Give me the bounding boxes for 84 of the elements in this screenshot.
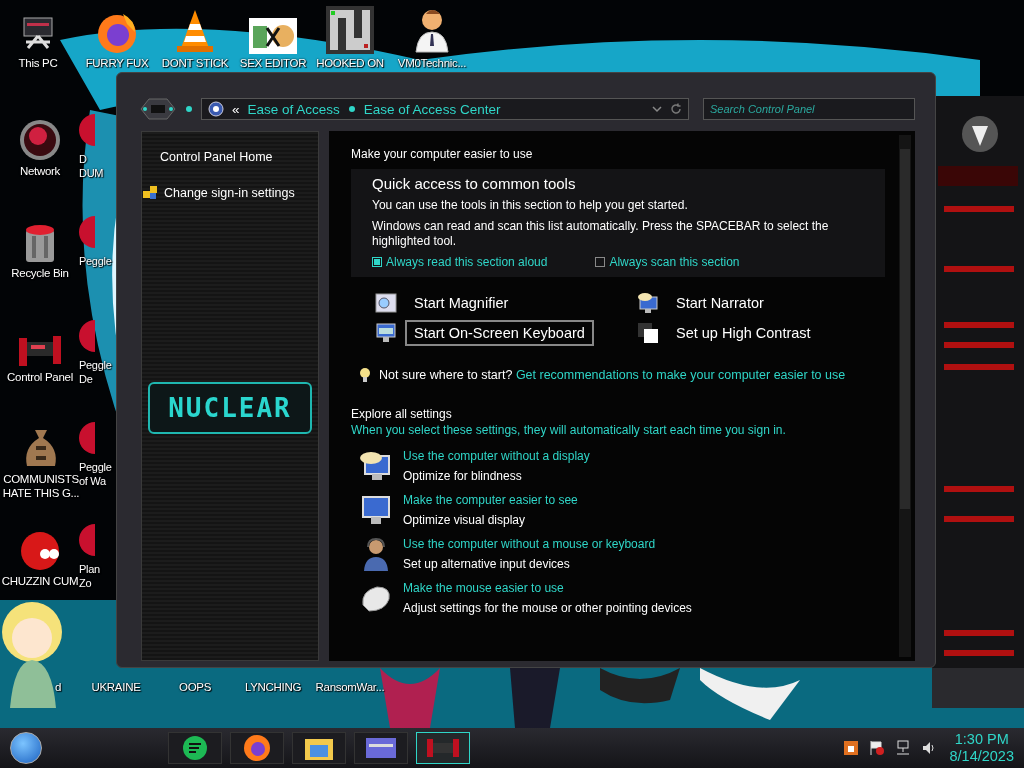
checkbox[interactable] [595, 257, 606, 267]
description: Windows can read and scan this list automatically. Press the SPACEBAR to select the highlighted tool. [372, 219, 830, 249]
icon-label: This PC [18, 56, 58, 70]
refresh-icon[interactable] [670, 103, 682, 115]
checkbox-label[interactable]: Always read this section aloud [386, 255, 548, 269]
card-icon [365, 737, 397, 759]
dot-icon [185, 105, 193, 113]
clock[interactable]: 1:30 PM 8/14/2023 [949, 731, 1014, 765]
taskbar-button[interactable] [354, 732, 408, 764]
icon-label: UKRAINE [91, 681, 141, 693]
setting-link[interactable]: Use the computer without a mouse or keyboard [403, 537, 656, 551]
icon-label: RansomWar... [315, 681, 385, 693]
tile-icon[interactable] [249, 18, 297, 54]
icon-label: HOOKED ON [316, 56, 384, 70]
setting-link[interactable]: Make the mouse easier to use [403, 581, 692, 595]
browser-icon [243, 734, 271, 762]
coffee-cup-icon[interactable] [843, 740, 860, 756]
icon-label: LYNCHING [244, 681, 302, 693]
icon-label: VM0Technic... [397, 56, 467, 70]
icon-label: FURRY FUX [85, 56, 149, 70]
tiles-icon [142, 185, 158, 201]
sphere-icon[interactable] [18, 118, 62, 162]
speech-monitor-icon [359, 450, 393, 482]
icon-label: OOPS [179, 681, 211, 693]
checkbox-label[interactable]: Always scan this section [609, 255, 740, 269]
tool-button[interactable]: Start Magnifier [405, 290, 518, 316]
setting-description: Optimize visual display [403, 513, 527, 527]
icon-label: Network [19, 164, 61, 178]
taskbar-button[interactable] [168, 732, 222, 764]
search-field[interactable]: Search Control Panel [703, 98, 915, 120]
flag-icon[interactable] [869, 740, 886, 756]
taskbar-button[interactable] [292, 732, 346, 764]
icon-label: Recycle Bin [11, 266, 69, 280]
sidebar-link[interactable]: Control Panel Home [142, 146, 318, 168]
clock-date: 8/14/2023 [949, 748, 1014, 765]
description: You can use the tools in this section to help you get started. [372, 198, 689, 213]
section-subtitle: When you select these settings, they will automatically start each time you sign in. [351, 423, 787, 437]
setting-description: Optimize for blindness [403, 469, 523, 483]
setting-description: Adjust settings for the mouse or other pointing devices [403, 601, 692, 615]
keyboard-monitor-icon[interactable] [375, 322, 397, 344]
start-button[interactable] [10, 732, 42, 764]
tool-button[interactable]: Start On-Screen Keyboard [405, 320, 594, 346]
chat-app-icon [182, 735, 208, 761]
tool-button[interactable]: Set up High Contrast [667, 320, 820, 346]
setting-link[interactable]: Use the computer without a display [403, 449, 590, 463]
emblem-icon [139, 97, 177, 121]
contrast-icon[interactable] [637, 322, 659, 344]
clock-time: 1:30 PM [954, 731, 1009, 748]
section-title: Quick access to common tools [372, 175, 577, 192]
recommendations-link[interactable]: Get recommendations to make your computer easier to use [515, 368, 846, 382]
icon-label: SEX EDITOR [239, 56, 307, 70]
checkbox[interactable] [372, 257, 382, 267]
tool-button[interactable]: Start Narrator [667, 290, 773, 316]
breadcrumb[interactable]: Ease of Access Center [363, 101, 501, 117]
monitor-icon [359, 494, 393, 526]
sidebar-link-text[interactable]: Change sign-in settings [164, 186, 295, 200]
breadcrumb-arrow[interactable]: « [232, 101, 240, 117]
mouse-icon [359, 583, 393, 613]
logo: NUCLEAR [148, 382, 312, 434]
network-icon[interactable] [895, 740, 912, 756]
chevron-down-icon[interactable] [652, 105, 662, 113]
icon-label: Plan Zo [79, 562, 100, 590]
icon-label: Peggle of Wa [79, 460, 112, 488]
machine-icon [426, 737, 460, 759]
address-bar[interactable]: « Ease of Access Ease of Access Center [201, 98, 689, 120]
fuzzball-icon[interactable] [19, 530, 61, 572]
separator-icon [347, 105, 356, 113]
icon-label: d [54, 681, 62, 693]
setting-description: Set up alternative input devices [403, 557, 571, 571]
speech-monitor-icon[interactable] [637, 292, 659, 314]
tip-text: Not sure where to start? Get recommendations to make your computer easier to use [379, 368, 846, 382]
icon-label: DONT STICK [161, 56, 229, 70]
section-title: Explore all settings [351, 407, 453, 421]
page-heading: Make your computer easier to use [351, 147, 534, 161]
maze-icon[interactable] [326, 6, 374, 54]
icon-label: Control Panel [7, 370, 73, 384]
setting-link[interactable]: Make the computer easier to see [403, 493, 578, 507]
lightbulb-icon [359, 367, 371, 383]
icon-label: CHUZZIN CUM [1, 574, 79, 588]
magnifier-icon[interactable] [375, 293, 397, 313]
taskbar-button[interactable] [416, 732, 470, 764]
scrollbar[interactable] [899, 135, 911, 657]
breadcrumb[interactable]: Ease of Access [247, 101, 340, 117]
taskbar-button[interactable] [230, 732, 284, 764]
